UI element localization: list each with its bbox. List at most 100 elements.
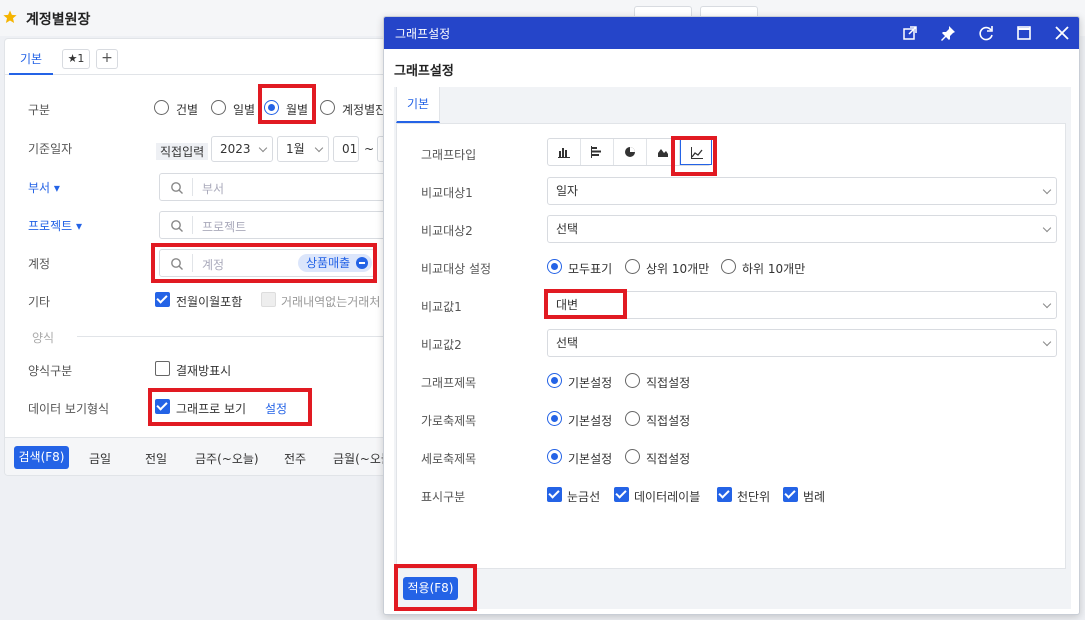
- range-separator: ~: [364, 142, 375, 156]
- compare1-select[interactable]: 일자: [547, 177, 1057, 205]
- add-tab-button[interactable]: +: [96, 49, 118, 69]
- graph-type-label: 그래프타입: [421, 148, 477, 162]
- data-label-checkbox[interactable]: [614, 487, 629, 502]
- compare1-label: 비교대상1: [421, 186, 473, 200]
- carryover-label: 전월이월포함: [176, 295, 243, 309]
- dialog-tab-bar: 기본: [394, 87, 1071, 123]
- gridline-checkbox[interactable]: [547, 487, 562, 502]
- form-type-label: 양식구분: [28, 364, 73, 378]
- display-option-label: 눈금선: [567, 490, 601, 504]
- section-divider: [77, 336, 387, 337]
- refresh-icon[interactable]: [977, 24, 995, 42]
- no-transaction-checkbox[interactable]: [261, 292, 276, 307]
- project-placeholder: 프로젝트: [202, 220, 247, 234]
- dept-label[interactable]: 부서 ▾: [28, 179, 60, 196]
- dept-label-text: 부서: [28, 181, 51, 195]
- compare-bottom10-radio[interactable]: [721, 259, 736, 274]
- graph-view-label: 그래프로 보기: [176, 402, 247, 416]
- project-label-text: 프로젝트: [28, 219, 73, 233]
- value2-select[interactable]: 선택: [547, 329, 1057, 357]
- graph-type-hbar[interactable]: [581, 139, 614, 165]
- chevron-down-icon: [1042, 223, 1052, 233]
- thousands-checkbox[interactable]: [717, 487, 732, 502]
- compare-top10-radio[interactable]: [625, 259, 640, 274]
- year-value: 2023: [220, 142, 251, 156]
- approval-label: 결재방표시: [176, 364, 232, 378]
- legend-checkbox[interactable]: [783, 487, 798, 502]
- apply-button[interactable]: 적용(F8): [403, 577, 458, 600]
- this-week-button[interactable]: 금주(~오늘): [195, 450, 259, 467]
- graph-view-checkbox[interactable]: [155, 399, 170, 414]
- display-label: 표시구분: [421, 490, 466, 504]
- today-button[interactable]: 금일: [89, 450, 111, 467]
- month-select[interactable]: 1월: [277, 136, 329, 162]
- approval-checkbox[interactable]: [155, 361, 170, 376]
- dialog-form: 그래프타입 비교대상1 일자 비교대상2 선택 비교대상 설정 모두표기 상위 …: [396, 123, 1066, 569]
- graph-type-selector: [547, 138, 712, 166]
- title-option-label: 직접설정: [646, 414, 691, 428]
- category-radio-monthly[interactable]: [264, 100, 279, 115]
- category-radio-daily[interactable]: [211, 100, 226, 115]
- display-option-label: 범례: [803, 490, 826, 504]
- compare2-select[interactable]: 선택: [547, 215, 1057, 243]
- x-title-default-radio[interactable]: [547, 411, 562, 426]
- title-option-label: 직접설정: [646, 452, 691, 466]
- day-select[interactable]: 01: [333, 136, 359, 162]
- compare-setting-label: 비교대상 설정: [421, 262, 492, 276]
- maximize-icon[interactable]: [1015, 24, 1033, 42]
- graph-type-bar[interactable]: [548, 139, 581, 165]
- compare-all-radio[interactable]: [547, 259, 562, 274]
- display-option-label: 천단위: [737, 490, 771, 504]
- graph-title-label: 그래프제목: [421, 376, 477, 390]
- project-label[interactable]: 프로젝트 ▾: [28, 217, 82, 234]
- value1-label: 비교값1: [421, 300, 462, 314]
- graph-type-pie[interactable]: [614, 139, 647, 165]
- last-week-button[interactable]: 전주: [284, 450, 306, 467]
- graph-settings-dialog: 그래프설정 그래프설정 기본 그래프타입 비교대상1 일자 비교대상2 선택 비…: [383, 16, 1080, 615]
- yesterday-button[interactable]: 전일: [145, 450, 167, 467]
- tab-favorite-1[interactable]: ★1: [62, 49, 90, 69]
- chevron-down-icon: [258, 143, 268, 153]
- search-button[interactable]: 검색(F8): [14, 446, 69, 469]
- remove-icon[interactable]: [356, 257, 369, 269]
- date-mode[interactable]: 직접입력: [156, 143, 209, 160]
- area-chart-icon: [658, 149, 668, 157]
- graph-title-default-radio[interactable]: [547, 373, 562, 388]
- popout-icon[interactable]: [901, 24, 919, 42]
- carryover-checkbox[interactable]: [155, 292, 170, 307]
- y-title-custom-radio[interactable]: [625, 449, 640, 464]
- page-title: 계정별원장: [26, 12, 91, 28]
- x-title-custom-radio[interactable]: [625, 411, 640, 426]
- graph-type-line[interactable]: [680, 139, 712, 165]
- x-axis-title-label: 가로축제목: [421, 414, 477, 428]
- compare-option-label: 모두표기: [568, 262, 613, 276]
- close-icon[interactable]: [1053, 24, 1071, 42]
- category-radio-item[interactable]: [154, 100, 169, 115]
- project-search-input[interactable]: 프로젝트: [159, 211, 399, 239]
- quick-search-bar: 검색(F8) 금일 전일 금주(~오늘) 전주 금월(~오늘): [5, 437, 403, 475]
- value1-select[interactable]: 대변: [547, 291, 1057, 319]
- search-icon: [171, 220, 183, 232]
- chevron-down-icon: [314, 143, 324, 153]
- pin-icon[interactable]: [939, 24, 957, 42]
- display-option-label: 데이터레이블: [634, 490, 701, 504]
- star-icon[interactable]: [3, 10, 17, 24]
- divider: [192, 216, 193, 234]
- account-search-input[interactable]: 계정 상품매출: [159, 249, 375, 277]
- dept-search-input[interactable]: 부서: [159, 173, 399, 201]
- compare1-value: 일자: [556, 184, 579, 198]
- category-option-label: 계정별잔: [342, 103, 387, 117]
- title-option-label: 직접설정: [646, 376, 691, 390]
- search-icon: [171, 182, 183, 194]
- graph-settings-link[interactable]: 설정: [265, 400, 287, 417]
- account-tag[interactable]: 상품매출: [298, 254, 373, 272]
- graph-type-area[interactable]: [647, 139, 680, 165]
- category-radio-account[interactable]: [320, 100, 335, 115]
- graph-title-custom-radio[interactable]: [625, 373, 640, 388]
- title-option-label: 기본설정: [568, 376, 613, 390]
- tab-basic[interactable]: 기본: [9, 47, 53, 75]
- category-option-label: 일별: [233, 103, 256, 117]
- tab-basic[interactable]: 기본: [396, 87, 440, 123]
- year-select[interactable]: 2023: [211, 136, 273, 162]
- y-title-default-radio[interactable]: [547, 449, 562, 464]
